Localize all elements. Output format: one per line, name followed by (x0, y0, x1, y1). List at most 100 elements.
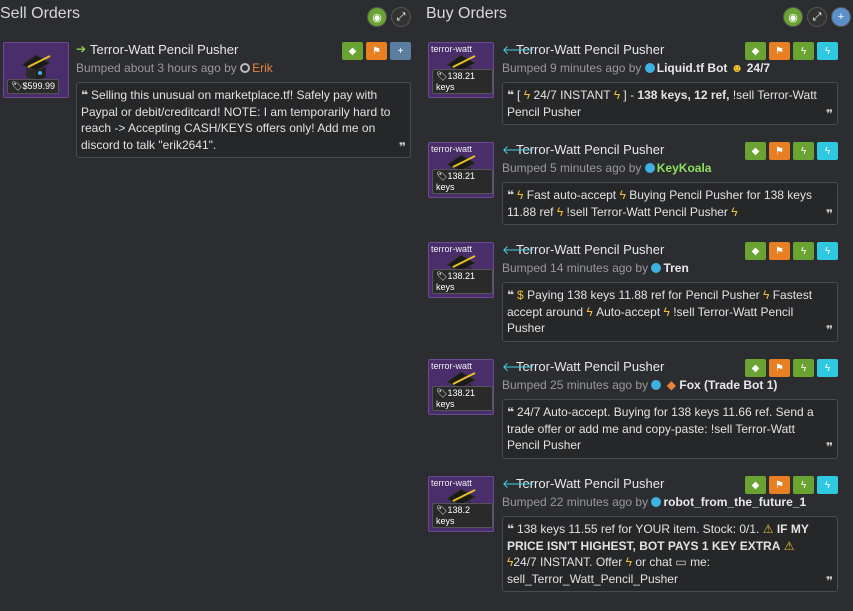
user-link[interactable]: Tren (663, 261, 688, 275)
listing-message: ❝ 138 keys 11.55 ref for YOUR item. Stock… (502, 516, 838, 592)
bump-info: Bumped 14 minutes ago by Tren (502, 261, 689, 275)
buy-orders-header: Buy Orders ◉ ⤢ + (426, 0, 853, 30)
listing-message: ❝ Selling this unusual on marketplace.tf!… (76, 82, 411, 158)
lightning-icon: ϟ (663, 304, 670, 319)
quote-icon: ❝ (81, 88, 89, 102)
lightning-icon[interactable]: ϟ (793, 476, 814, 494)
lightning-icon: ϟ (731, 204, 738, 219)
expand-icon[interactable]: ⤢ (807, 7, 827, 27)
eye-icon[interactable]: ◉ (783, 7, 803, 27)
flag-icon[interactable]: ⚑ (769, 142, 790, 160)
user-link[interactable]: robot_from_the_future_1 (663, 495, 806, 509)
bump-info: Bumped 25 minutes ago by ◆ Fox (Trade Bo… (502, 378, 778, 392)
price-badge: 🏷138.21 keys (432, 169, 493, 194)
plus-icon[interactable]: + (831, 7, 851, 27)
lightning-icon: ϟ (763, 288, 770, 302)
buy-orders-column: Buy Orders ◉ ⤢ + terror-watt 🏷138.21 key… (426, 0, 853, 592)
tag-icon: 🏷 (436, 271, 448, 281)
lightning-icon[interactable]: ϟ (817, 476, 838, 494)
quote-icon: ❝ (507, 405, 515, 419)
arrow-left-icon: 🡐 (502, 243, 535, 257)
status-dot-icon (651, 497, 662, 507)
arrow-right-icon: ➔ (76, 42, 87, 56)
user-plus-icon[interactable]: + (390, 42, 411, 60)
quote-icon: ❞ (398, 139, 406, 154)
fox-icon: ◆ (666, 378, 677, 392)
warning-icon: ⚠ (783, 538, 795, 553)
user-link[interactable]: Erik (252, 61, 273, 75)
price-badge: 🏷138.21 keys (432, 269, 493, 294)
money-bag-icon: $ (517, 288, 524, 302)
sell-orders-title: Sell Orders (0, 5, 81, 22)
tag-icon[interactable]: ◆ (745, 359, 766, 377)
tag-icon: 🏷 (436, 71, 448, 81)
quote-icon: ❞ (825, 206, 833, 221)
quote-icon: ❞ (825, 440, 833, 454)
warning-icon: ⚠ (762, 522, 774, 536)
lightning-icon[interactable]: ϟ (793, 42, 814, 60)
quote-icon: ❝ (507, 88, 515, 102)
item-image[interactable]: 🏷$599.99 (3, 42, 69, 98)
user-link[interactable]: Liquid.tf Bot (657, 61, 728, 75)
lightning-icon[interactable]: ϟ (817, 359, 838, 377)
tag-icon[interactable]: ◆ (745, 476, 766, 494)
user-link[interactable]: Fox (Trade Bot 1) (679, 378, 777, 392)
lightning-icon: ϟ (619, 188, 626, 202)
sell-listing: 🏷$599.99 ➔ Terror-Watt Pencil Pusher ◆ ⚑… (0, 42, 413, 162)
tag-icon: 🏷 (436, 388, 448, 398)
lightning-icon: ϟ (517, 188, 524, 202)
listing-message: ❝ $ Paying 138 keys 11.88 ref for Pencil … (502, 282, 838, 342)
item-image[interactable]: terror-watt 🏷138.21 keys (428, 359, 494, 415)
bump-info: Bumped about 3 hours ago by Erik (76, 61, 273, 75)
tag-icon[interactable]: ◆ (745, 42, 766, 60)
buy-orders-title: Buy Orders (426, 5, 507, 22)
quote-icon: ❞ (825, 573, 833, 588)
lightning-icon[interactable]: ϟ (793, 359, 814, 377)
tag-icon: 🏷 (11, 81, 23, 91)
item-image[interactable]: terror-watt 🏷138.21 keys (428, 142, 494, 198)
tag-icon[interactable]: ◆ (342, 42, 363, 60)
sell-orders-column: Sell Orders ◉ ⤢ 🏷$599.99 ➔ Terror-Watt P… (0, 0, 413, 158)
eye-icon[interactable]: ◉ (367, 7, 387, 27)
lightning-icon[interactable]: ϟ (817, 142, 838, 160)
item-image[interactable]: terror-watt 🏷138.21 keys (428, 242, 494, 298)
lightning-icon[interactable]: ϟ (817, 242, 838, 260)
item-image[interactable]: terror-watt 🏷138.21 keys (428, 42, 494, 98)
price-badge: 🏷138.21 keys (432, 69, 493, 94)
status-dot-icon (651, 263, 662, 273)
flag-icon[interactable]: ⚑ (366, 42, 387, 60)
chat-icon: ▭ (675, 555, 687, 569)
lightning-icon[interactable]: ϟ (817, 42, 838, 60)
tag-icon: 🏷 (436, 171, 448, 181)
quote-icon: ❞ (825, 323, 833, 337)
listing-message: ❝ ϟ Fast auto-accept ϟ Buying Pencil Push… (502, 182, 838, 225)
tag-icon[interactable]: ◆ (745, 242, 766, 260)
price-badge: 🏷138.21 keys (432, 386, 493, 411)
quote-icon: ❝ (507, 188, 515, 202)
status-dot-icon (644, 163, 655, 173)
flag-icon[interactable]: ⚑ (769, 42, 790, 60)
quote-icon: ❞ (825, 106, 833, 121)
tag-icon[interactable]: ◆ (745, 142, 766, 160)
lightning-icon[interactable]: ϟ (793, 242, 814, 260)
status-dot-icon (651, 380, 662, 390)
arrow-left-icon: 🡐 (502, 43, 535, 57)
flag-icon[interactable]: ⚑ (769, 242, 790, 260)
item-image[interactable]: terror-watt 🏷138.2 keys (428, 476, 494, 532)
flag-icon[interactable]: ⚑ (769, 359, 790, 377)
bump-info: Bumped 22 minutes ago by robot_from_the_… (502, 495, 807, 509)
arrow-left-icon: 🡐 (502, 477, 535, 491)
listing-message: ❝[ ϟ 24/7 INSTANT ϟ ] - 138 keys, 12 ref… (502, 82, 838, 125)
flag-icon[interactable]: ⚑ (769, 476, 790, 494)
lightning-icon[interactable]: ϟ (793, 142, 814, 160)
expand-icon[interactable]: ⤢ (391, 7, 411, 27)
user-suffix: 24/7 (746, 61, 771, 75)
listing-message: ❝ 24/7 Auto-accept. Buying for 138 keys 1… (502, 399, 838, 459)
lightning-icon: ϟ (613, 88, 621, 102)
bump-info: Bumped 5 minutes ago by KeyKoala (502, 161, 712, 175)
user-link[interactable]: KeyKoala (657, 161, 712, 175)
bump-info: Bumped 9 minutes ago by Liquid.tf Bot ☻ … (502, 61, 771, 75)
status-dot-icon (644, 63, 655, 73)
quote-icon: ❝ (507, 288, 515, 302)
sell-orders-header: Sell Orders ◉ ⤢ (0, 0, 413, 30)
